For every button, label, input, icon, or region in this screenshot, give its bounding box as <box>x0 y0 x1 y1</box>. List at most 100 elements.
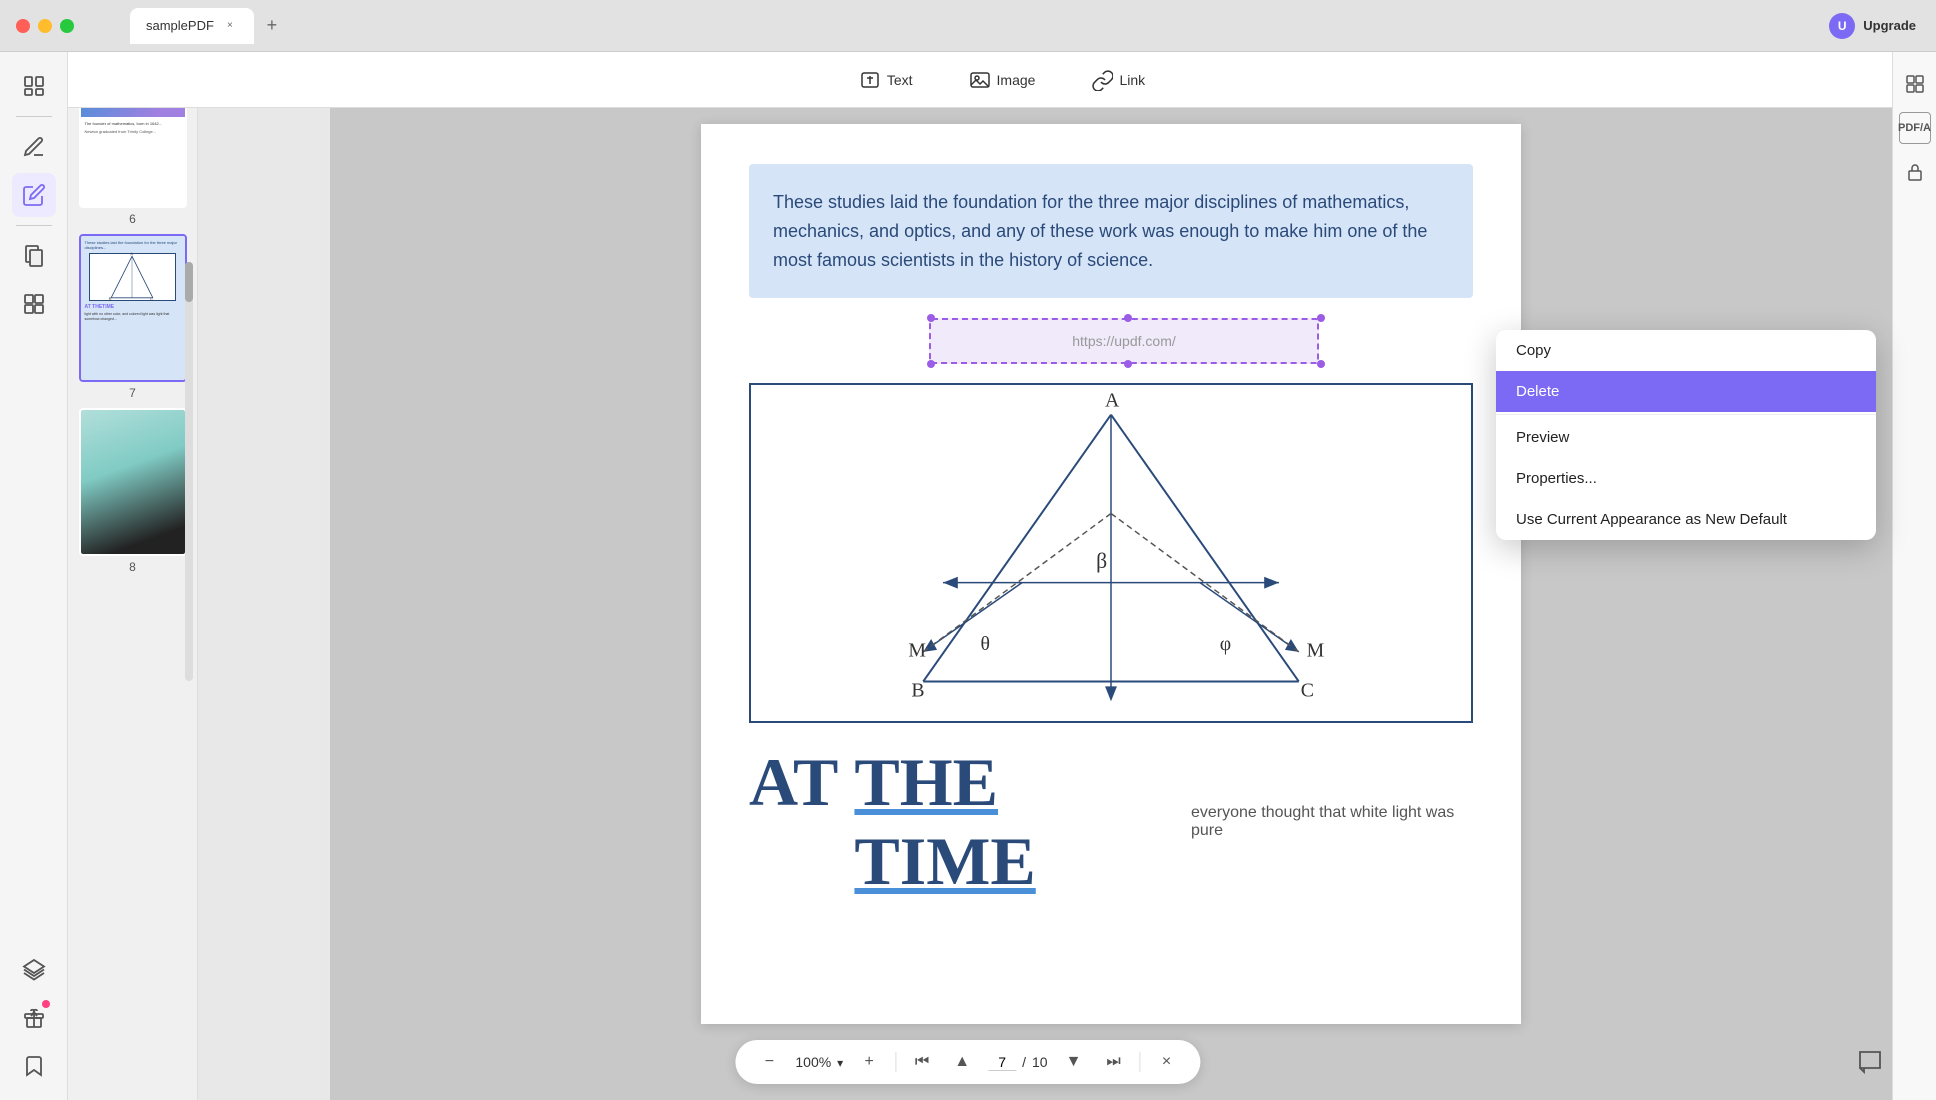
maximize-window-button[interactable] <box>60 19 74 33</box>
divider-1 <box>16 116 52 117</box>
handle-tr[interactable] <box>1317 314 1325 322</box>
first-page-button[interactable]: ⏮ <box>908 1048 936 1076</box>
handle-bl[interactable] <box>927 360 935 368</box>
toolbar-image-label: Image <box>997 72 1036 88</box>
link-url-text: https://updf.com/ <box>1072 333 1176 349</box>
sidebar-icon-convert[interactable] <box>12 282 56 326</box>
svg-text:A: A <box>131 252 134 256</box>
link-tool-icon <box>1091 69 1113 91</box>
thumbnail-panel: The founder of mathematics, born in 1642… <box>68 52 198 1100</box>
zoom-in-button[interactable]: + <box>855 1048 883 1076</box>
handle-br[interactable] <box>1317 360 1325 368</box>
minimize-window-button[interactable] <box>38 19 52 33</box>
next-page-button[interactable]: ▼ <box>1060 1048 1088 1076</box>
scrollbar-track[interactable] <box>185 262 193 681</box>
toolbar-link-label: Link <box>1119 72 1145 88</box>
top-toolbar: Text Image Link <box>68 52 1936 108</box>
svg-text:φ: φ <box>1220 633 1231 655</box>
title-bar: samplePDF × + U Upgrade <box>0 0 1936 52</box>
context-menu-delete[interactable]: Delete <box>1496 371 1876 412</box>
page-total: 10 <box>1032 1054 1048 1070</box>
left-sidebar <box>0 52 68 1100</box>
svg-text:B: B <box>109 297 112 302</box>
comment-icon-button[interactable] <box>1852 1044 1888 1080</box>
thumb-label-8: 8 <box>129 560 136 574</box>
new-tab-button[interactable]: + <box>258 12 286 40</box>
thumb-image-8 <box>79 408 187 556</box>
sidebar-icon-layers[interactable] <box>12 948 56 992</box>
toolbar-divider-2 <box>1140 1052 1141 1072</box>
diagram-frame: A B C β M M θ φ <box>749 383 1473 723</box>
zoom-level-display: 100% ▾ <box>795 1054 843 1070</box>
context-menu-properties[interactable]: Properties... <box>1496 458 1876 499</box>
context-menu: Copy Delete Preview Properties... Use Cu… <box>1496 330 1876 540</box>
bottom-toolbar: − 100% ▾ + ⏮ ▲ / 10 ▼ ⏭ × <box>735 1040 1200 1084</box>
toolbar-link-button[interactable]: Link <box>1079 63 1157 97</box>
context-menu-copy[interactable]: Copy <box>1496 330 1876 371</box>
thumb-image-7: These studies laid the foundation for th… <box>79 234 187 382</box>
toolbar-divider-1 <box>895 1052 896 1072</box>
prev-page-button[interactable]: ▲ <box>948 1048 976 1076</box>
svg-text:β: β <box>1096 549 1107 573</box>
diagram-svg: A B C β M M θ φ <box>751 385 1471 721</box>
right-icon-pdfa[interactable]: PDF/A <box>1899 112 1931 144</box>
svg-text:C: C <box>1301 680 1314 702</box>
context-menu-separator <box>1496 414 1876 415</box>
page-separator: / <box>1022 1054 1026 1070</box>
tab-close-button[interactable]: × <box>222 18 238 34</box>
subtext: everyone thought that white light was pu… <box>1191 804 1473 840</box>
page-current-input[interactable] <box>988 1054 1016 1071</box>
image-tool-icon <box>969 69 991 91</box>
close-toolbar-button[interactable]: × <box>1153 1048 1181 1076</box>
zoom-dropdown-icon[interactable]: ▾ <box>837 1056 843 1070</box>
sidebar-icon-gift[interactable] <box>12 996 56 1040</box>
page-info: / 10 <box>988 1054 1047 1071</box>
close-window-button[interactable] <box>16 19 30 33</box>
right-sidebar: PDF/A <box>1892 52 1936 1100</box>
text-tool-icon <box>859 69 881 91</box>
sidebar-icon-read[interactable] <box>12 64 56 108</box>
svg-text:C: C <box>151 297 154 302</box>
svg-text:θ: θ <box>981 633 990 655</box>
pdf-paragraph: These studies laid the foundation for th… <box>773 188 1449 274</box>
scrollbar-thumb[interactable] <box>185 262 193 302</box>
last-page-button[interactable]: ⏭ <box>1100 1048 1128 1076</box>
main-layout: The founder of mathematics, born in 1642… <box>0 52 1936 1100</box>
svg-text:B: B <box>911 680 924 702</box>
sidebar-icon-pages[interactable] <box>12 234 56 278</box>
toolbar-text-label: Text <box>887 72 913 88</box>
context-menu-use-default[interactable]: Use Current Appearance as New Default <box>1496 499 1876 540</box>
thumb-label-6: 6 <box>129 212 136 226</box>
right-icon-security[interactable] <box>1899 156 1931 188</box>
svg-text:M: M <box>908 640 926 662</box>
the-time-text: THE TIME <box>854 743 1175 901</box>
tab-title: samplePDF <box>146 18 214 33</box>
link-annotation-box[interactable]: https://updf.com/ <box>929 318 1319 364</box>
zoom-out-button[interactable]: − <box>755 1048 783 1076</box>
thumbnail-page-7[interactable]: These studies laid the foundation for th… <box>78 234 188 400</box>
sidebar-icon-edit[interactable] <box>12 173 56 217</box>
svg-text:M: M <box>1307 640 1325 662</box>
upgrade-button[interactable]: U Upgrade <box>1829 13 1916 39</box>
context-menu-preview[interactable]: Preview <box>1496 417 1876 458</box>
thumb-label-7: 7 <box>129 386 136 400</box>
handle-bc[interactable] <box>1124 360 1132 368</box>
gift-badge <box>42 1000 50 1008</box>
toolbar-text-button[interactable]: Text <box>847 63 925 97</box>
divider-2 <box>16 225 52 226</box>
at-the-time-text: AT <box>749 743 838 822</box>
traffic-lights <box>16 19 74 33</box>
toolbar-image-button[interactable]: Image <box>957 63 1048 97</box>
thumbnail-page-8[interactable]: 8 <box>78 408 188 574</box>
pdf-area: These studies laid the foundation for th… <box>330 108 1892 1100</box>
pdf-text-block: These studies laid the foundation for th… <box>749 164 1473 298</box>
at-the-time-section: AT THE TIME everyone thought that white … <box>749 743 1473 901</box>
pdf-page: These studies laid the foundation for th… <box>701 124 1521 1024</box>
upgrade-label: Upgrade <box>1863 18 1916 33</box>
avatar: U <box>1829 13 1855 39</box>
pdf-tab[interactable]: samplePDF × <box>130 8 254 44</box>
sidebar-icon-annotate[interactable] <box>12 125 56 169</box>
sidebar-icon-bookmark[interactable] <box>12 1044 56 1088</box>
right-icon-properties[interactable] <box>1899 68 1931 100</box>
svg-text:A: A <box>1105 390 1120 412</box>
